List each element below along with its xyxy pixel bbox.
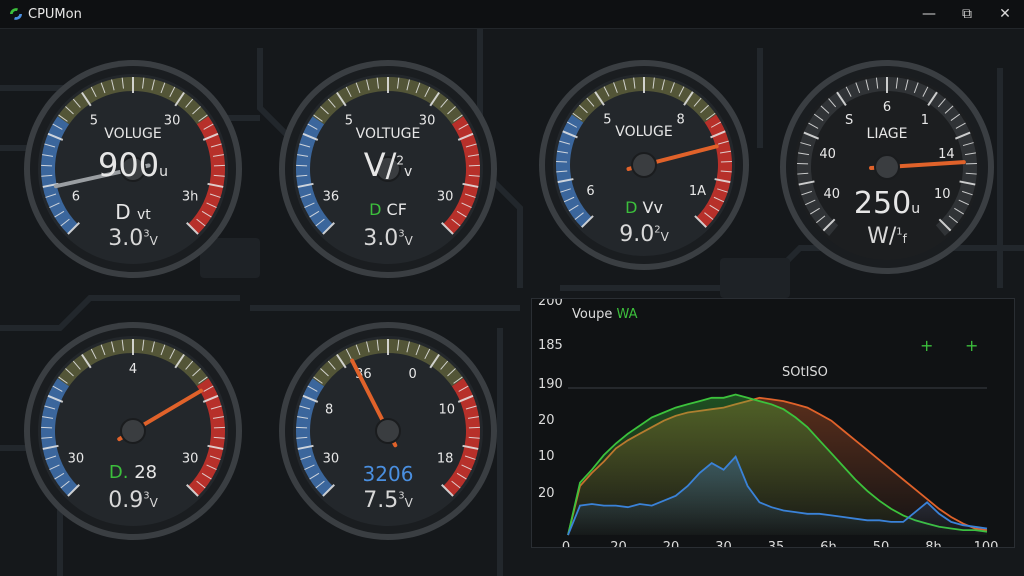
gauge-sub-value: 7.53V	[363, 488, 413, 513]
gauge-sub-value: W/1f	[867, 224, 907, 249]
title-bar: CPUMon — ⧉ ✕	[0, 0, 1024, 29]
chart-x-tick-label: 20	[663, 540, 680, 547]
gauge-sub-label: D Vv	[625, 198, 663, 217]
gauge-main-value: 250u	[853, 186, 921, 221]
minimize-button[interactable]: —	[910, 0, 948, 28]
gauge-sub-label: D CF	[369, 200, 407, 219]
gauge-tick-label: 4	[129, 362, 137, 377]
gauge-voltage-2: 36 5 30 30 VOLTUGE V/2v D CF 3.03V	[277, 58, 499, 280]
chart-y-tick-label: 185	[538, 338, 563, 353]
chart-y-tick-label: 200	[538, 299, 563, 309]
gauge-main-value: 900u	[98, 146, 168, 184]
gauge-voltage-6: 30 8 36 0 10 18 3206 7.53V	[277, 320, 499, 542]
chart-y-tick-label: 190	[538, 377, 563, 392]
gauge-tick-label: 10	[439, 402, 456, 417]
close-button[interactable]: ✕	[986, 0, 1024, 28]
chart-annotation: SOtISO	[782, 365, 828, 380]
gauge-hub	[874, 154, 900, 180]
voltage-chart: Voupe WA 200 185 190 20 10 20 SOtISO + +0 20 20 30 35…	[538, 299, 999, 547]
gauge-voltage-5: 30 4 30 D. 28 0.93V	[22, 320, 244, 542]
gauge-tick-label: 6	[586, 184, 594, 199]
chart-x-tick-label: 35	[768, 540, 785, 547]
gauge-hub	[375, 418, 401, 444]
voltage-chart-panel: Voupe WA 200 185 190 20 10 20 SOtISO + +0 20 20 30 35…	[531, 298, 1015, 548]
chart-x-tick-label: 20	[610, 540, 627, 547]
gauge-sub-value: 3.03V	[363, 226, 413, 251]
app-title: CPUMon	[28, 6, 82, 22]
app-logo-icon	[10, 8, 22, 20]
gauge-title: VOLUGE	[104, 126, 162, 142]
gauge-sub-label: 3206	[362, 462, 414, 486]
gauge-sub-value: 0.93V	[108, 488, 158, 513]
chart-title-accent: WA	[616, 307, 637, 322]
chart-title: Voupe WA	[572, 307, 638, 322]
gauge-title: VOLUGE	[615, 124, 673, 140]
chart-y-tick-label: 20	[538, 486, 555, 501]
chart-legend-marker: +	[965, 336, 978, 355]
gauge-hub	[120, 418, 146, 444]
chart-y-tick-label: 10	[538, 449, 555, 464]
chart-x-tick-label: 8h	[925, 540, 942, 547]
gauge-tick-label: 14	[938, 147, 955, 162]
chart-x-tick-label: 0	[562, 540, 570, 547]
restore-button[interactable]: ⧉	[948, 0, 986, 28]
gauge-tick-label: 6	[883, 100, 891, 115]
chart-y-tick-label: 20	[538, 413, 555, 428]
chart-x-tick-label: 100	[974, 540, 999, 547]
gauge-tick-label: 0	[408, 367, 416, 382]
chart-x-tick-label: 6h	[820, 540, 837, 547]
gauge-hub	[631, 152, 657, 178]
gauge-title: LIAGE	[866, 126, 908, 142]
gauge-usage: 40 40 S 6 1 14 10 LIAGE 250u W/1f	[778, 58, 996, 276]
gauge-main-value: V/2v	[363, 146, 413, 184]
gauge-sub-label: D. 28	[108, 462, 158, 483]
gauge-voltage-3: 6 5 8 1A VOLUGE D Vv 9.02V	[537, 58, 751, 272]
gauge-tick-label: 40	[819, 147, 836, 162]
gauge-tick-label: 1A	[689, 184, 706, 199]
gauge-sub-value: 3.03V	[108, 226, 158, 251]
gauge-sub-value: 9.02V	[619, 222, 669, 247]
chart-x-tick-label: 50	[873, 540, 890, 547]
gauge-tick-label: 8	[325, 402, 333, 417]
chart-x-tick-label: 30	[715, 540, 732, 547]
gauge-voltage-1: 6 5 30 3h VOLUGE 900u D vt 3.03V	[22, 58, 244, 280]
gauge-sub-label: D vt	[115, 200, 151, 224]
gauge-title: VOLTUGE	[355, 126, 421, 142]
chart-legend-marker: +	[920, 336, 933, 355]
